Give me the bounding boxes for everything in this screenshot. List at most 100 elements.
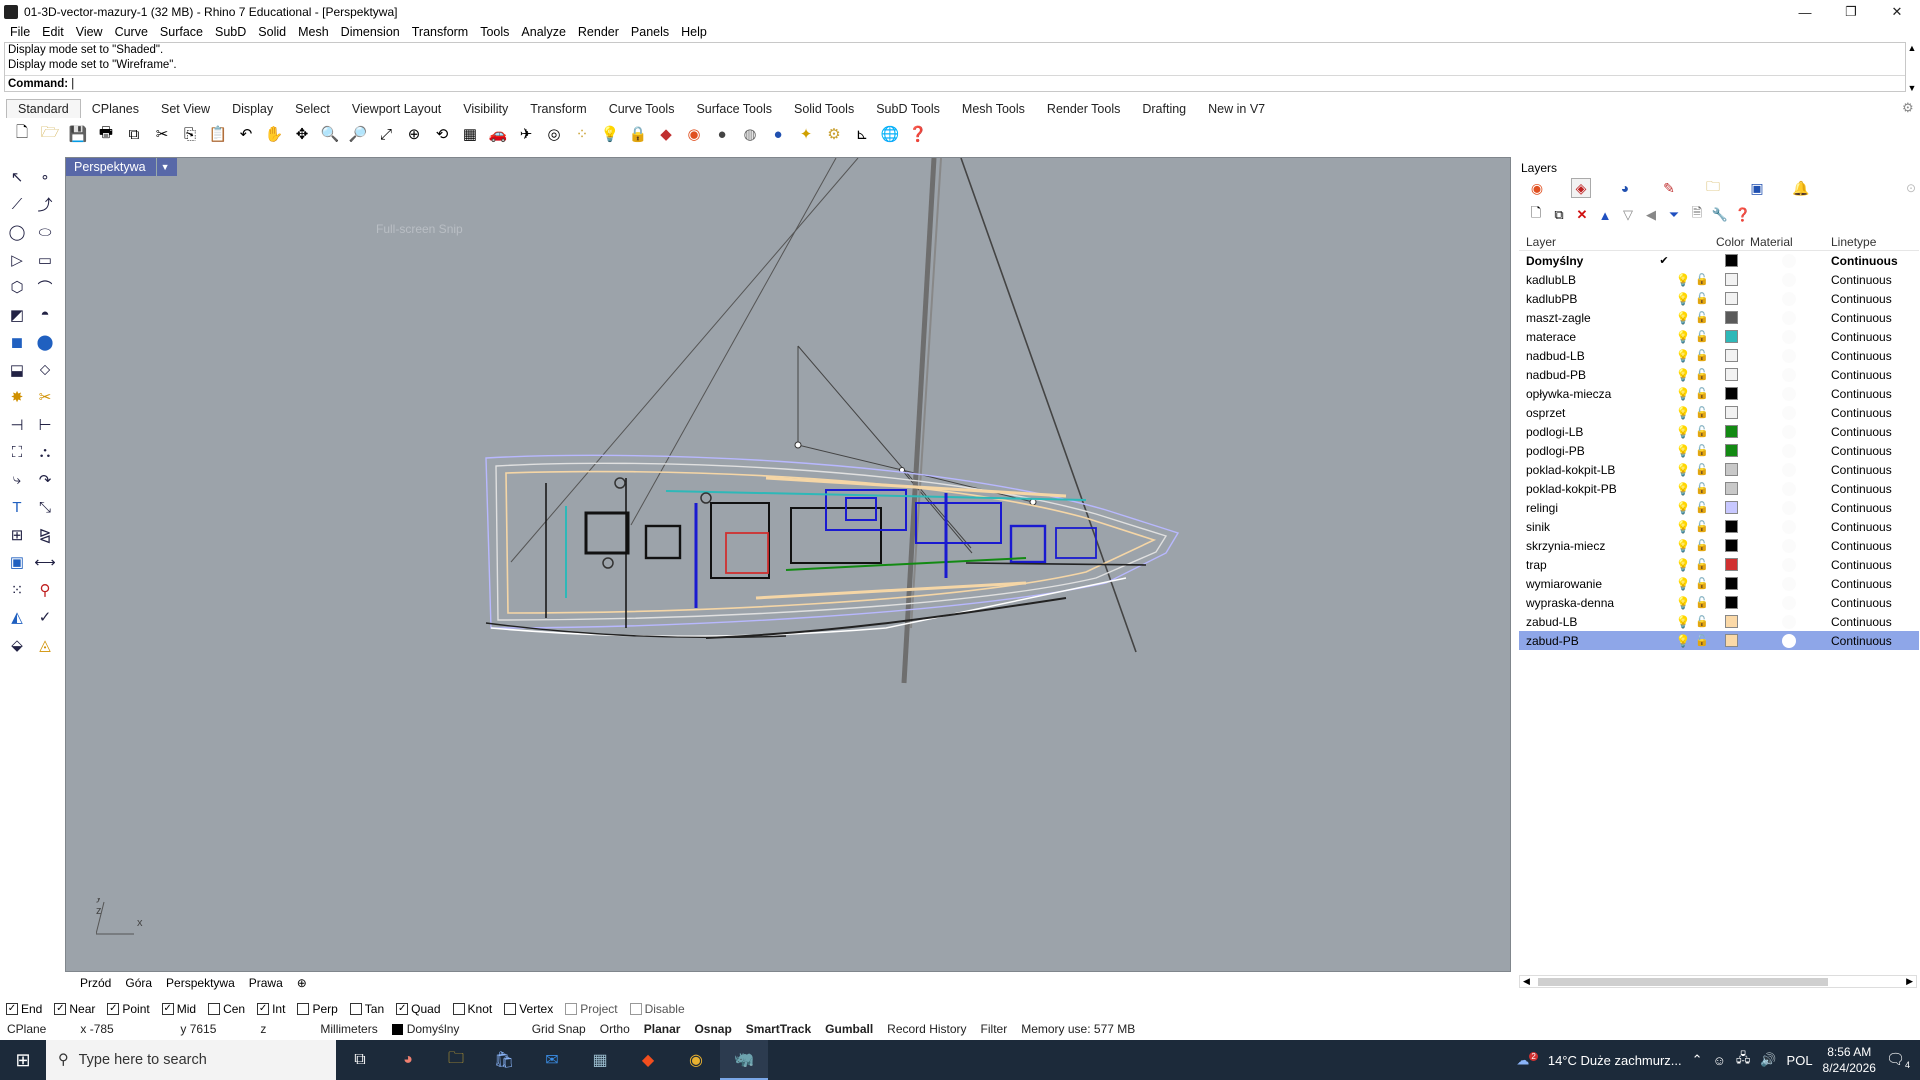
box-icon[interactable]: ◼ [4,329,30,355]
layer-name[interactable]: skrzynia-miecz [1519,539,1654,553]
command-line[interactable]: Command: | [5,75,1905,92]
menu-item-tools[interactable]: Tools [474,25,515,39]
unlock-icon[interactable]: 🔓 [1692,444,1712,457]
toolbar-tab-set-view[interactable]: Set View [150,100,221,118]
boolean-union-icon[interactable]: ⬤ [32,329,58,355]
new-file-icon[interactable]: 🗋 [10,122,34,146]
osnap-mid[interactable]: ✓ Mid [161,1002,196,1016]
unlock-icon[interactable]: 🔓 [1692,520,1712,533]
boat-wireframe-model[interactable] [66,158,1511,972]
tray-chevron-icon[interactable]: ⌃ [1692,1052,1703,1068]
minimize-button[interactable]: — [1782,0,1828,24]
layer-row[interactable]: wypraska-denna 💡 🔓 Continuous [1519,593,1919,612]
open-file-icon[interactable]: 🗁 [38,122,62,146]
layer-material-cell[interactable] [1750,633,1827,648]
extrude-icon[interactable]: ⬓ [4,357,30,383]
layer-material-cell[interactable] [1750,443,1827,458]
settings-gear-icon[interactable]: ⚙ [822,122,846,146]
figma-icon[interactable]: ◆ [624,1040,672,1080]
join-icon[interactable]: ⊢ [32,412,58,438]
menu-item-view[interactable]: View [70,25,109,39]
mesh-icon[interactable]: ⬦ [32,357,58,383]
gumball-toggle[interactable]: Gumball [818,1022,880,1036]
zoom-extents-icon[interactable]: ⤢ [374,122,398,146]
layer-color-cell[interactable] [1712,425,1750,438]
layer-row[interactable]: nadbud-PB 💡 🔓 Continuous [1519,365,1919,384]
render-tab-icon[interactable]: ◕ [1615,178,1635,198]
ellipse-icon[interactable]: ⬭ [32,219,58,245]
lock-icon[interactable]: 🔒 [626,122,650,146]
layer-linetype[interactable]: Continuous [1827,463,1907,477]
menu-item-dimension[interactable]: Dimension [335,25,406,39]
layer-material-cell[interactable] [1750,386,1827,401]
menu-item-file[interactable]: File [4,25,36,39]
toolbar-tab-viewport-layout[interactable]: Viewport Layout [341,100,452,118]
osnap-checkbox[interactable]: ✓ [396,1003,409,1015]
osnap-checkbox[interactable] [565,1003,578,1015]
menu-item-curve[interactable]: Curve [109,25,154,39]
move-up-icon[interactable]: ▲ [1596,206,1614,224]
viewport-tab[interactable]: Góra [119,976,158,990]
materials-tab-icon[interactable]: ✎ [1659,178,1679,198]
unlock-icon[interactable]: 🔓 [1692,615,1712,628]
filter-icon[interactable]: ⏷ [1665,206,1683,224]
layer-name[interactable]: sinik [1519,520,1654,534]
wireframe-sphere-icon[interactable]: ◍ [738,122,762,146]
layer-material-cell[interactable] [1750,310,1827,325]
layer-material-cell[interactable] [1750,291,1827,306]
osnap-checkbox[interactable]: ✓ [107,1003,120,1015]
rectangle-icon[interactable]: ▭ [32,247,58,273]
paint-icon[interactable]: ◬ [32,632,58,658]
layer-color-cell[interactable] [1712,482,1750,495]
toolbar-tab-surface-tools[interactable]: Surface Tools [685,100,783,118]
dimension-icon[interactable]: ⊾ [850,122,874,146]
menu-item-solid[interactable]: Solid [252,25,292,39]
people-icon[interactable]: ☺ [1713,1053,1726,1068]
osnap-checkbox[interactable] [504,1003,517,1015]
file-explorer-icon[interactable]: 🗀 [432,1040,480,1080]
layer-linetype[interactable]: Continuous [1827,273,1907,287]
scroll-left-icon[interactable]: ◀ [1520,976,1530,987]
unlock-icon[interactable]: 🔓 [1692,273,1712,286]
layer-linetype[interactable]: Continuous [1827,311,1907,325]
shaded-sphere-icon[interactable]: ● [710,122,734,146]
chrome-icon[interactable]: ◉ [672,1040,720,1080]
layer-color-cell[interactable] [1712,520,1750,533]
unlock-icon[interactable]: 🔓 [1692,558,1712,571]
toolbar-tab-cplanes[interactable]: CPlanes [81,100,150,118]
render-icon[interactable]: ⬙ [4,632,30,658]
group-icon[interactable]: ⛶ [4,439,30,465]
layer-linetype[interactable]: Continuous [1827,558,1907,572]
layer-color-cell[interactable] [1712,463,1750,476]
lightbulb-icon[interactable]: 💡 [598,122,622,146]
gumball-icon[interactable]: ⚲ [32,577,58,603]
unlock-icon[interactable]: 🔓 [1692,501,1712,514]
layer-linetype[interactable]: Continuous [1827,387,1907,401]
osnap-vertex[interactable]: Vertex [504,1002,553,1016]
text-icon[interactable]: T [4,494,30,520]
layer-material-cell[interactable] [1750,462,1827,477]
layer-name[interactable]: kadlubLB [1519,273,1654,287]
lightbulb-icon[interactable]: 💡 [1674,349,1692,363]
layer-color-cell[interactable] [1712,311,1750,324]
layer-linetype[interactable]: Continuous [1827,482,1907,496]
osnap-point[interactable]: ✓ Point [107,1002,150,1016]
delete-layer-icon[interactable]: ✕ [1573,206,1591,224]
layer-name[interactable]: relingi [1519,501,1654,515]
analyze-icon[interactable]: ◭ [4,604,30,630]
toolbar-tab-new-in-v7[interactable]: New in V7 [1197,100,1276,118]
layer-linetype[interactable]: Continuous [1827,254,1907,268]
close-button[interactable]: ✕ [1874,0,1920,24]
weather-text[interactable]: 14°C Duże zachmurz... [1548,1053,1682,1068]
layer-state-icon[interactable]: 🗎 [1688,205,1706,224]
layer-row[interactable]: Domyślny ✔ Continuous [1519,251,1919,270]
layer-row[interactable]: kadlubLB 💡 🔓 Continuous [1519,270,1919,289]
unlock-icon[interactable]: 🔓 [1692,539,1712,552]
lightbulb-icon[interactable]: 💡 [1674,615,1692,629]
zoom-icon[interactable]: 🔍 [318,122,342,146]
layers-help-icon[interactable]: ❓ [1734,206,1752,224]
layer-name[interactable]: wypraska-denna [1519,596,1654,610]
osnap-end[interactable]: ✓ End [6,1002,42,1016]
record-history-toggle[interactable]: Record History [880,1022,973,1036]
unlock-icon[interactable]: 🔓 [1692,330,1712,343]
